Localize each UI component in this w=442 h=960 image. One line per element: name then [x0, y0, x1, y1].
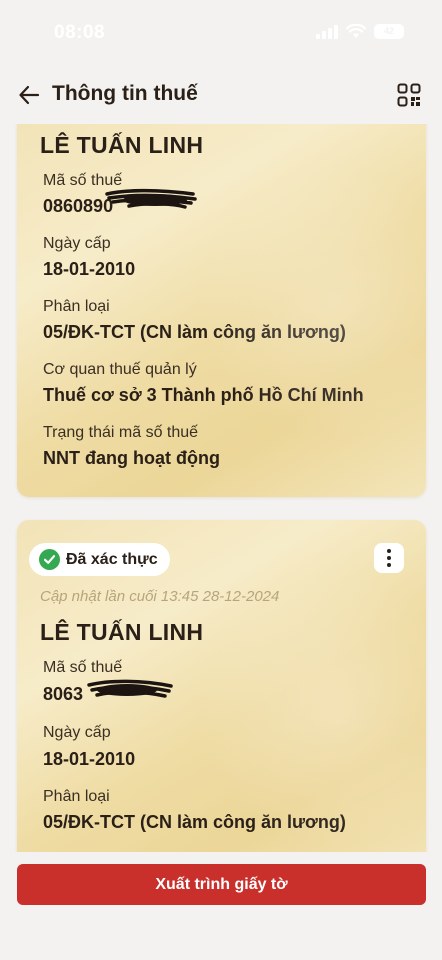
status-icons: 42: [316, 24, 404, 39]
category-value: 05/ĐK-TCT (CN làm công ăn lương): [43, 322, 346, 342]
more-options-button[interactable]: [374, 543, 404, 573]
check-circle-icon: [39, 549, 60, 570]
bottom-bar: Xuất trình giấy tờ: [0, 852, 442, 960]
page-title: Thông tin thuế: [52, 82, 198, 105]
tax-code-label: Mã số thuế: [43, 659, 123, 676]
tax-code-value: 0860890: [43, 196, 114, 216]
status-time: 08:08: [54, 22, 106, 43]
category-label: Phân loại: [43, 298, 110, 315]
signal-icon: [316, 24, 338, 39]
app-header: Thông tin thuế: [0, 66, 442, 124]
last-updated-text: Cập nhật lần cuối 13:45 28-12-2024: [40, 588, 280, 605]
verified-label: Đã xác thực: [66, 550, 158, 568]
tax-info-screen: 08:08 42 Thông tin thuế LÊ TUẤN LINH Mã …: [0, 0, 442, 960]
qr-code-icon[interactable]: [397, 83, 421, 107]
arrow-left-icon[interactable]: [18, 84, 40, 106]
battery-level: 42: [383, 26, 394, 36]
export-documents-button[interactable]: Xuất trình giấy tờ: [17, 864, 426, 905]
tax-status-value: NNT đang hoạt động: [43, 448, 220, 468]
redaction-mark: [105, 188, 197, 209]
wifi-icon: [346, 24, 366, 38]
category-label: Phân loại: [43, 788, 110, 805]
tax-office-label: Cơ quan thuế quản lý: [43, 361, 197, 378]
verified-badge: Đã xác thực: [29, 543, 170, 576]
status-bar: 08:08 42: [0, 0, 442, 66]
issue-date-value: 18-01-2010: [43, 259, 136, 279]
owner-name: LÊ TUẤN LINH: [40, 619, 204, 645]
category-value: 05/ĐK-TCT (CN làm công ăn lương): [43, 812, 346, 832]
tax-code-value: 8063: [43, 684, 84, 704]
tax-card: LÊ TUẤN LINH Mã số thuế 0860890 Ngày cấp…: [17, 124, 426, 497]
issue-date-label: Ngày cấp: [43, 235, 111, 252]
tax-card: Đã xác thực Cập nhật lần cuối 13:45 28-1…: [17, 520, 426, 852]
issue-date-label: Ngày cấp: [43, 724, 111, 741]
battery-icon: 42: [374, 24, 404, 39]
issue-date-value: 18-01-2010: [43, 749, 136, 769]
owner-name: LÊ TUẤN LINH: [40, 132, 204, 158]
tax-office-value: Thuế cơ sở 3 Thành phố Hồ Chí Minh: [43, 385, 364, 405]
more-vertical-icon: [387, 549, 391, 553]
tax-status-label: Trạng thái mã số thuế: [43, 424, 199, 441]
redaction-mark: [87, 679, 173, 698]
content-scroll-area[interactable]: LÊ TUẤN LINH Mã số thuế 0860890 Ngày cấp…: [0, 124, 442, 852]
